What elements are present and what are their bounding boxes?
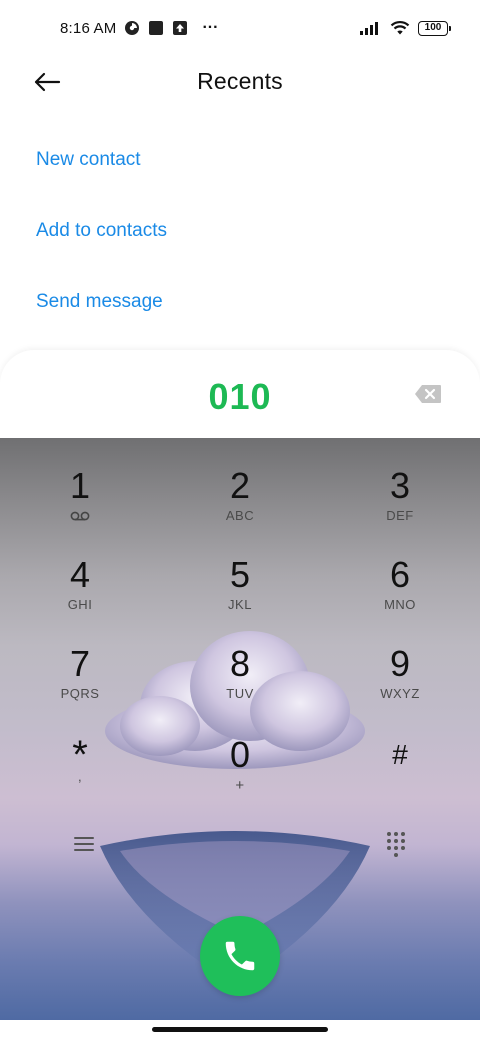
add-to-contacts-link[interactable]: Add to contacts: [36, 195, 167, 266]
home-indicator[interactable]: [152, 1027, 328, 1032]
page-title: Recents: [197, 68, 283, 94]
key-digit: 4: [69, 554, 91, 595]
key-digit: 0: [229, 734, 251, 775]
key-3[interactable]: 3 DEF: [340, 466, 460, 546]
key-letters: PQRS: [60, 686, 100, 701]
key-digit: 8: [229, 643, 251, 684]
key-letters: ,: [77, 769, 83, 784]
key-0[interactable]: 0 +: [180, 735, 300, 815]
key-letters: +: [235, 777, 245, 794]
wifi-icon: [390, 20, 410, 36]
header: Recents: [0, 56, 480, 108]
action-list: New contact Add to contacts Send message: [36, 125, 167, 337]
call-button[interactable]: [200, 916, 280, 996]
key-8[interactable]: 8 TUV: [180, 644, 300, 724]
dialed-number[interactable]: 010: [0, 376, 480, 418]
number-display: 010: [0, 350, 480, 438]
backspace-icon: [415, 385, 441, 403]
key-letters: TUV: [226, 686, 254, 701]
battery-icon: 100: [418, 20, 451, 36]
upload-notification-icon: [172, 20, 188, 36]
key-digit: 6: [389, 554, 411, 595]
key-letters: ABC: [225, 508, 255, 523]
signal-icon: [360, 21, 382, 35]
key-star[interactable]: * ,: [20, 735, 140, 815]
voicemail-icon: [70, 511, 90, 521]
more-dots-icon: ···: [202, 19, 219, 36]
send-message-link[interactable]: Send message: [36, 266, 167, 337]
dialer-screen: 8:16 AM ··· 100 Recents New contact Add …: [0, 0, 480, 1040]
dialpad-toggle-button[interactable]: [383, 830, 409, 858]
key-letters: GHI: [67, 597, 93, 612]
menu-icon: [74, 837, 94, 851]
status-right: 100: [360, 20, 451, 36]
phone-icon: [225, 941, 255, 971]
key-hash[interactable]: #: [340, 735, 460, 815]
status-left: 8:16 AM ···: [60, 19, 218, 37]
key-7[interactable]: 7 PQRS: [20, 644, 140, 724]
key-letters: DEF: [386, 508, 414, 523]
key-digit: 1: [69, 465, 91, 506]
status-time: 8:16 AM: [60, 19, 117, 37]
data-saver-icon: [124, 20, 140, 36]
backspace-button[interactable]: [414, 384, 442, 404]
key-digit: 5: [229, 554, 251, 595]
key-digit: 7: [69, 643, 91, 684]
key-5[interactable]: 5 JKL: [180, 555, 300, 635]
key-2[interactable]: 2 ABC: [180, 466, 300, 546]
key-6[interactable]: 6 MNO: [340, 555, 460, 635]
key-1[interactable]: 1: [20, 466, 140, 546]
key-digit: #: [392, 739, 408, 770]
square-notification-icon: [148, 20, 164, 36]
menu-button[interactable]: [72, 832, 98, 856]
key-letters: JKL: [228, 597, 252, 612]
key-letters: WXYZ: [380, 686, 420, 701]
new-contact-link[interactable]: New contact: [36, 124, 167, 195]
key-digit: 9: [389, 643, 411, 684]
key-digit: 3: [389, 465, 411, 506]
key-4[interactable]: 4 GHI: [20, 555, 140, 635]
key-9[interactable]: 9 WXYZ: [340, 644, 460, 724]
dialpad-icon: [387, 832, 405, 857]
key-digit: 2: [229, 465, 251, 506]
status-bar: 8:16 AM ··· 100: [0, 0, 480, 56]
navigation-bar: [0, 1020, 480, 1040]
key-letters: MNO: [384, 597, 416, 612]
